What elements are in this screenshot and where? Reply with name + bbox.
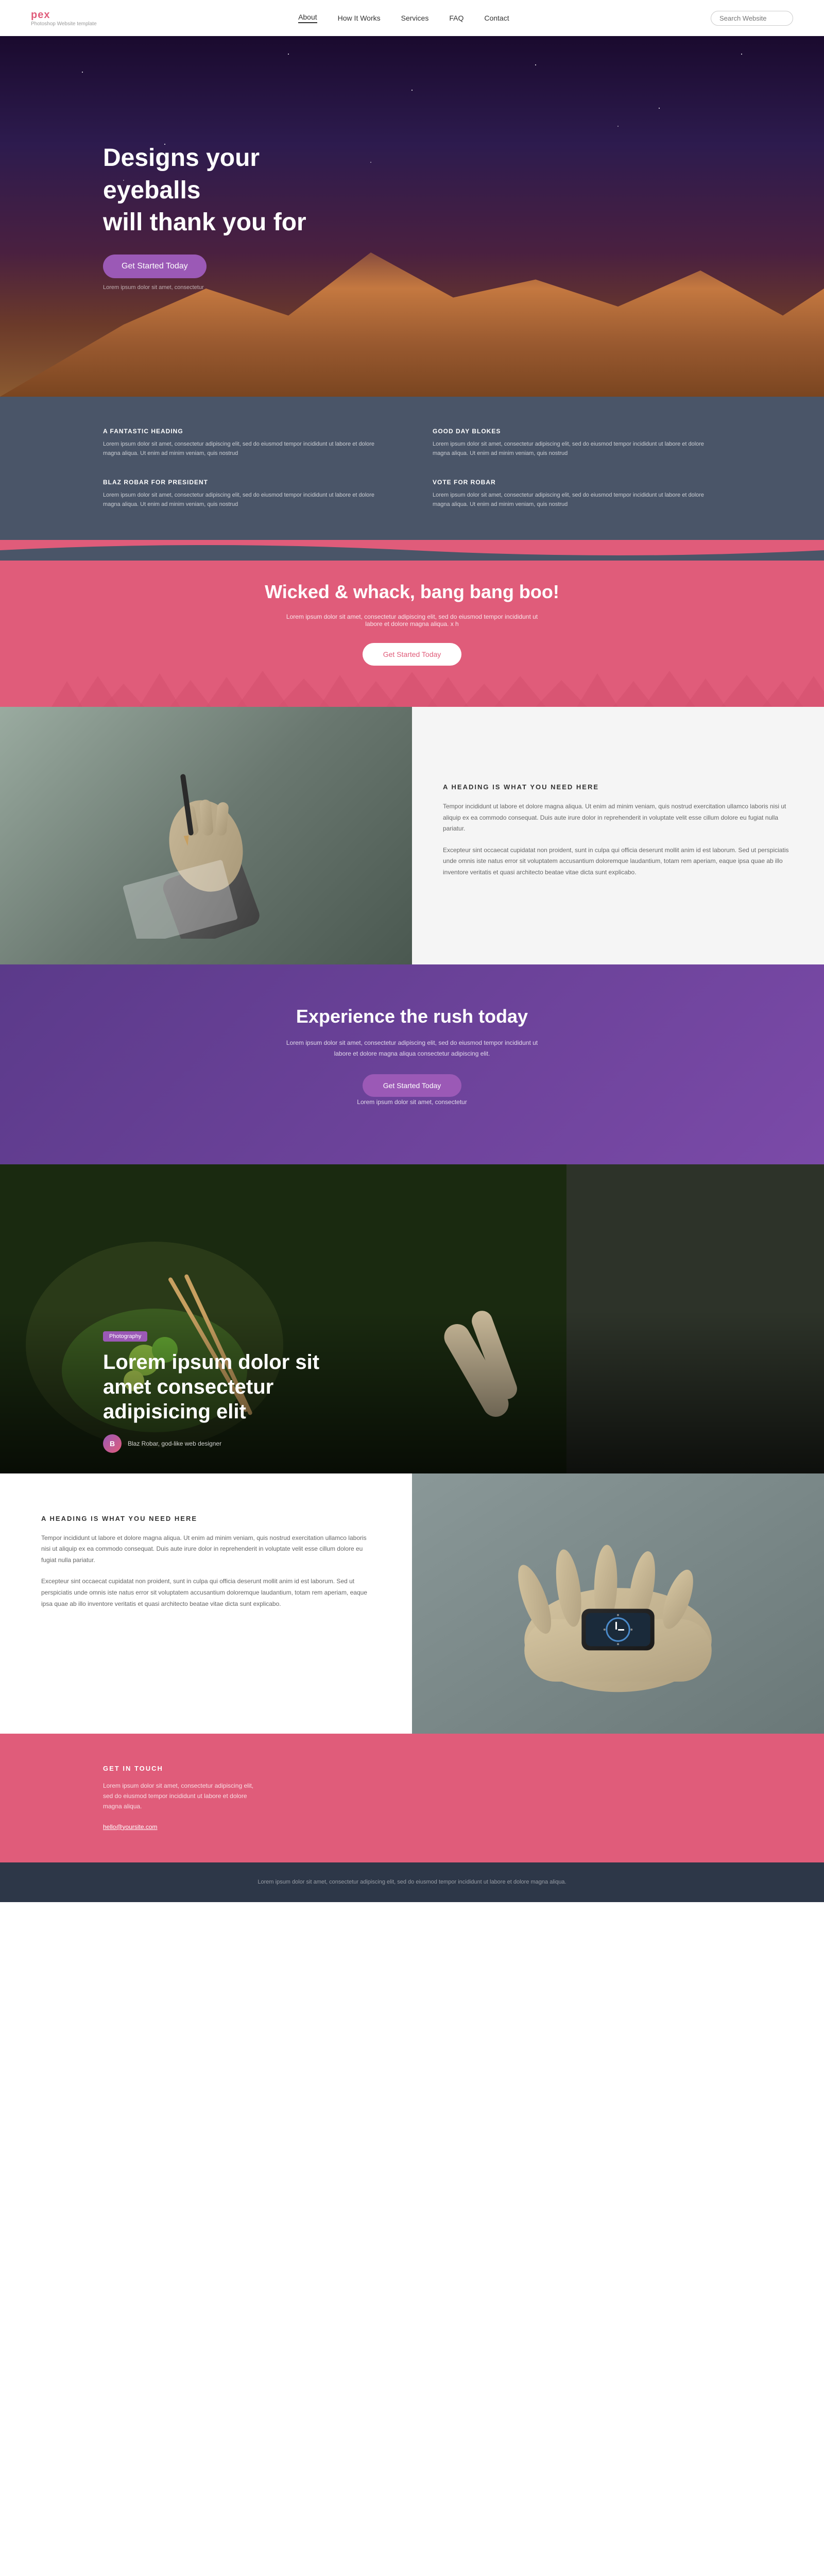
features-section: A FANTASTIC HEADING Lorem ipsum dolor si… xyxy=(0,397,824,540)
footer-cta-body: Lorem ipsum dolor sit amet, consectetur … xyxy=(103,1781,258,1812)
pink-cta-button[interactable]: Get Started Today xyxy=(363,643,462,666)
feature-heading-3: BLAZ ROBAR FOR PRESIDENT xyxy=(103,479,391,486)
nav-contact[interactable]: Contact xyxy=(484,14,509,22)
pink-cta-body: Lorem ipsum dolor sit amet, consectetur … xyxy=(283,613,541,628)
bottom-bar: Lorem ipsum dolor sit amet, consectetur … xyxy=(0,1862,824,1903)
two-col-content: A HEADING IS WHAT YOU NEED HERE Tempor i… xyxy=(412,707,824,964)
feature-body-1: Lorem ipsum dolor sit amet, consectetur … xyxy=(103,440,391,458)
feature-item-1: A FANTASTIC HEADING Lorem ipsum dolor si… xyxy=(103,428,391,458)
feature-body-2: Lorem ipsum dolor sit amet, consectetur … xyxy=(433,440,721,458)
purple-cta-headline: Experience the rush today xyxy=(103,1006,721,1027)
logo-text: pex xyxy=(31,9,97,21)
watch-hand-illustration xyxy=(412,1473,824,1734)
two-col-para2: Excepteur sint occaecat cupidatat non pr… xyxy=(443,845,793,878)
hero-headline: Designs your eyeballs will thank you for xyxy=(103,142,360,239)
trees-decoration xyxy=(0,666,824,707)
navbar: pex Photoshop Website template About How… xyxy=(0,0,824,36)
pink-cta-headline: Wicked & whack, bang bang boo! xyxy=(103,581,721,603)
nav-faq[interactable]: FAQ xyxy=(449,14,464,22)
search-input[interactable] xyxy=(711,11,793,26)
footer-email-link[interactable]: hello@yoursite.com xyxy=(103,1823,158,1831)
food-background: Photography Lorem ipsum dolor sit amet c… xyxy=(0,1164,824,1473)
purple-cta-body: Lorem ipsum dolor sit amet, consectetur … xyxy=(283,1038,541,1059)
logo-tagline: Photoshop Website template xyxy=(31,21,97,27)
food-overlay: Photography Lorem ipsum dolor sit amet c… xyxy=(0,1311,824,1473)
logo: pex Photoshop Website template xyxy=(31,9,97,27)
purple-cta-button[interactable]: Get Started Today xyxy=(363,1074,462,1097)
footer-cta-heading: GET IN TOUCH xyxy=(103,1765,721,1772)
food-section: Photography Lorem ipsum dolor sit amet c… xyxy=(0,1164,824,1473)
nav-about[interactable]: About xyxy=(298,13,317,23)
feature-body-4: Lorem ipsum dolor sit amet, consectetur … xyxy=(433,491,721,509)
hero-section: Designs your eyeballs will thank you for… xyxy=(0,36,824,397)
feature-item-3: BLAZ ROBAR FOR PRESIDENT Lorem ipsum dol… xyxy=(103,479,391,509)
nav-services[interactable]: Services xyxy=(401,14,429,22)
wave-top-decoration xyxy=(0,540,824,561)
features-grid: A FANTASTIC HEADING Lorem ipsum dolor si… xyxy=(103,428,721,509)
two-col-image xyxy=(0,707,412,964)
two-col-section: A HEADING IS WHAT YOU NEED HERE Tempor i… xyxy=(0,707,824,964)
nav-links: About How It Works Services FAQ Contact xyxy=(298,13,509,23)
feature-heading-2: GOOD DAY BLOKES xyxy=(433,428,721,435)
purple-cta-sub: Lorem ipsum dolor sit amet, consectetur xyxy=(283,1097,541,1107)
feature-item-2: GOOD DAY BLOKES Lorem ipsum dolor sit am… xyxy=(433,428,721,458)
food-avatar: B xyxy=(103,1434,122,1453)
footer-cta-section: GET IN TOUCH Lorem ipsum dolor sit amet,… xyxy=(0,1734,824,1862)
hero-cta-button[interactable]: Get Started Today xyxy=(103,255,207,278)
food-author-name: Blaz Robar, god-like web designer xyxy=(128,1440,221,1447)
two-col-heading: A HEADING IS WHAT YOU NEED HERE xyxy=(443,783,793,791)
article-section: A HEADING IS WHAT YOU NEED HERE Tempor i… xyxy=(0,1473,824,1734)
two-col-image-inner xyxy=(0,707,412,964)
nav-search xyxy=(711,11,793,26)
purple-cta-section: Experience the rush today Lorem ipsum do… xyxy=(0,964,824,1164)
feature-body-3: Lorem ipsum dolor sit amet, consectetur … xyxy=(103,491,391,509)
article-content: A HEADING IS WHAT YOU NEED HERE Tempor i… xyxy=(0,1473,412,1734)
nav-how-it-works[interactable]: How It Works xyxy=(338,14,381,22)
feature-heading-1: A FANTASTIC HEADING xyxy=(103,428,391,435)
food-author-row: B Blaz Robar, god-like web designer xyxy=(103,1434,721,1453)
two-col-para1: Tempor incididunt ut labore et dolore ma… xyxy=(443,801,793,835)
article-heading: A HEADING IS WHAT YOU NEED HERE xyxy=(41,1515,371,1522)
article-para1: Tempor incididunt ut labore et dolore ma… xyxy=(41,1533,371,1566)
article-para2: Excepteur sint occaecat cupidatat non pr… xyxy=(41,1576,371,1609)
hand-pen-illustration xyxy=(103,733,309,939)
bottom-bar-text: Lorem ipsum dolor sit amet, consectetur … xyxy=(103,1878,721,1887)
pink-cta-section: Wicked & whack, bang bang boo! Lorem ips… xyxy=(0,540,824,707)
hero-caption: Lorem ipsum dolor sit amet, consectetur xyxy=(103,284,204,291)
food-title: Lorem ipsum dolor sit amet consectetur a… xyxy=(103,1350,360,1424)
feature-heading-4: VOTE FOR ROBAR xyxy=(433,479,721,486)
article-image xyxy=(412,1473,824,1734)
food-tag: Photography xyxy=(103,1331,147,1342)
feature-item-4: VOTE FOR ROBAR Lorem ipsum dolor sit ame… xyxy=(433,479,721,509)
